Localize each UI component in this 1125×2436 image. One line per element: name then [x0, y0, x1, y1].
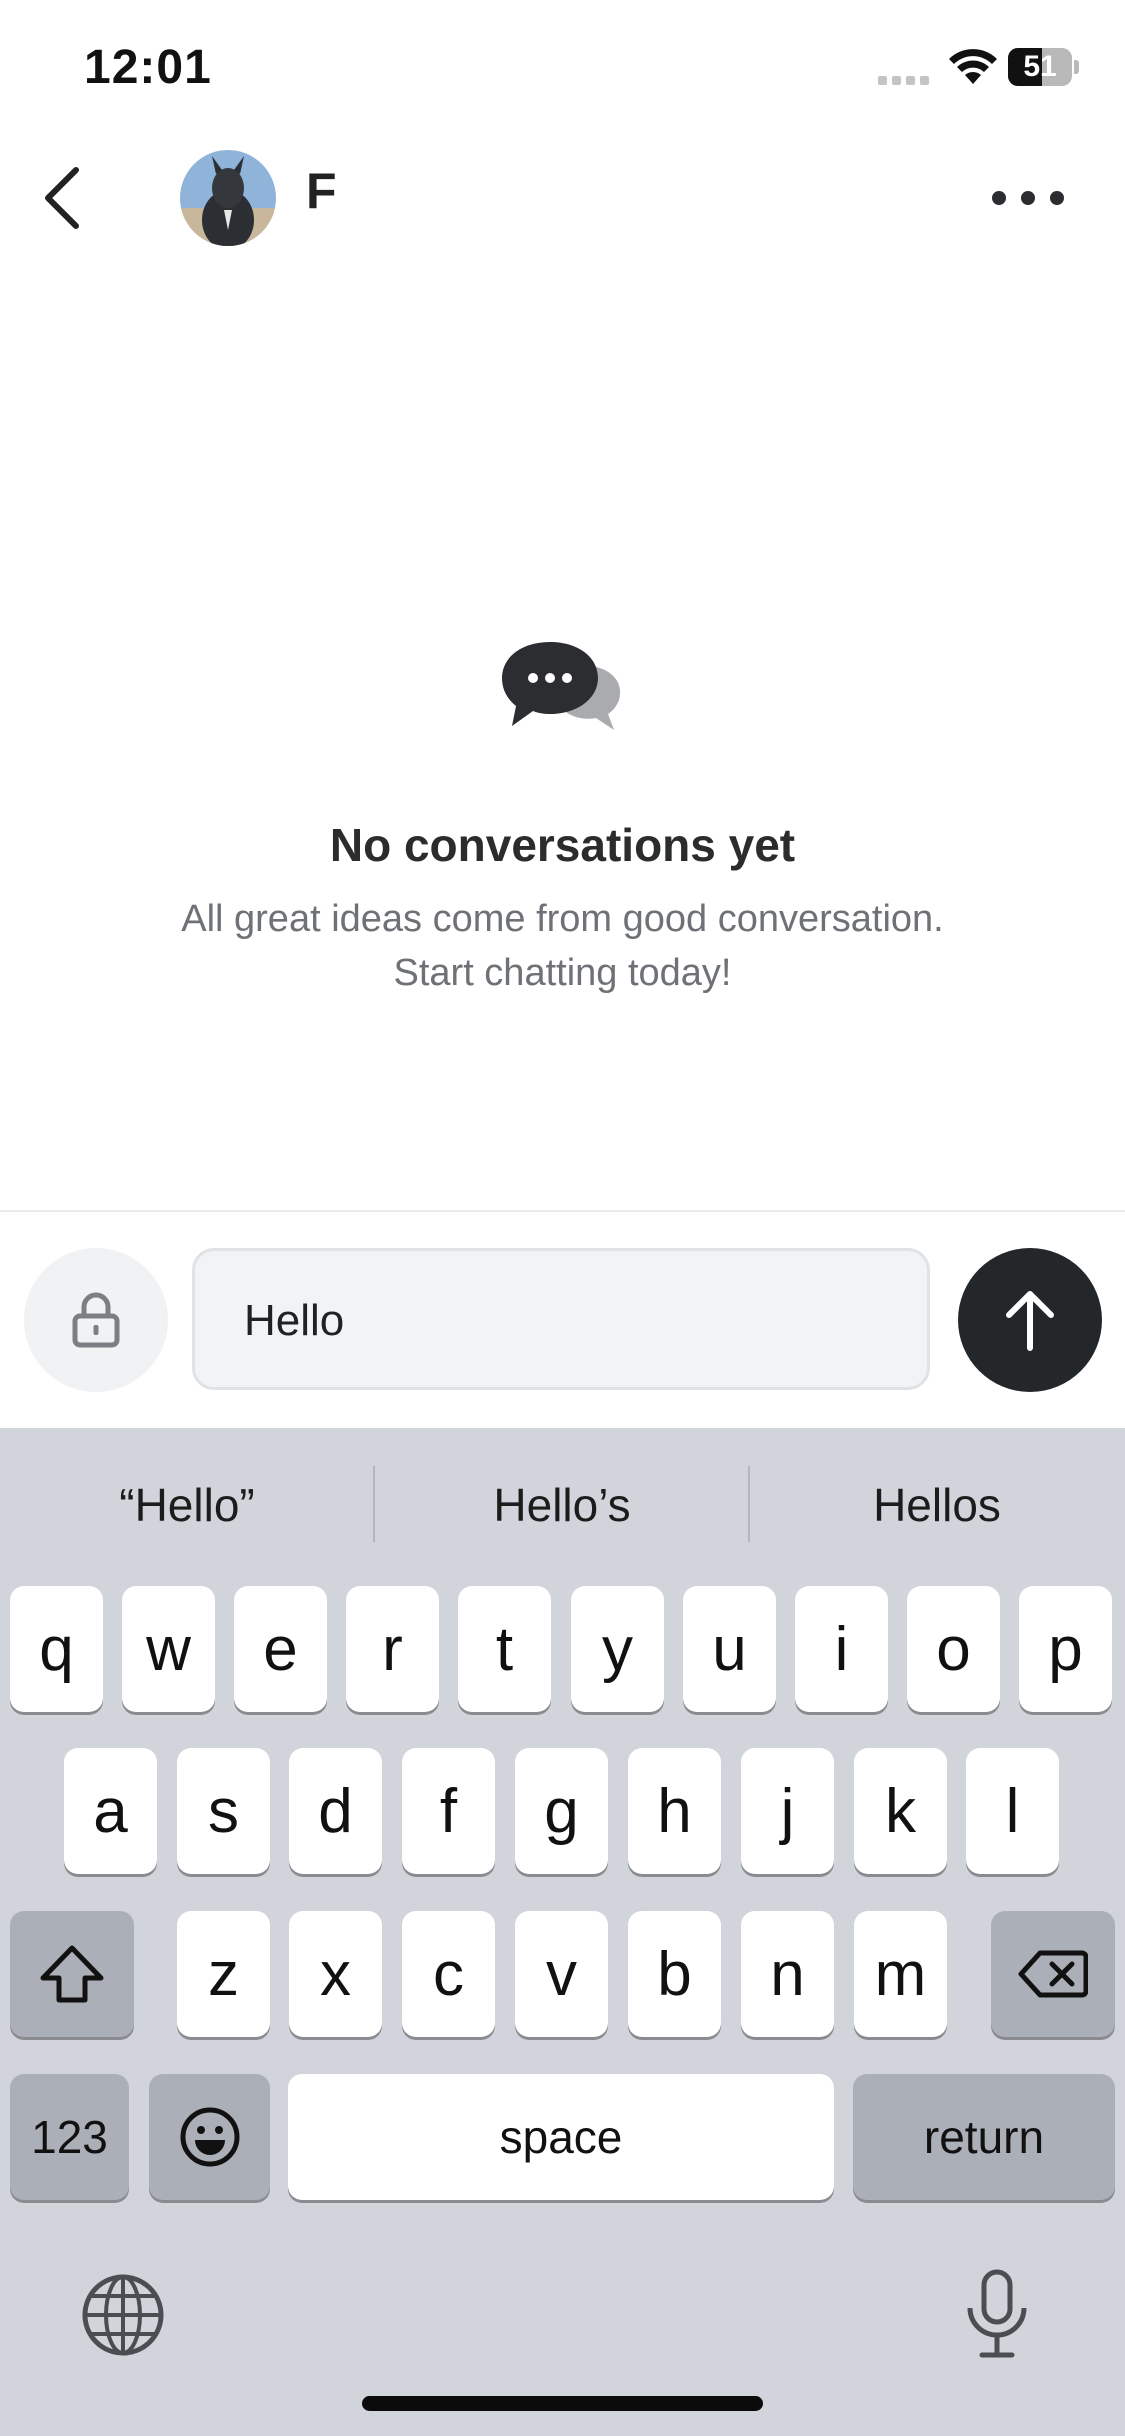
key-a[interactable]: a	[64, 1748, 157, 1874]
more-options-button[interactable]	[992, 176, 1064, 220]
microphone-icon	[967, 2269, 1027, 2358]
space-key[interactable]: space	[288, 2074, 834, 2200]
key-w[interactable]: w	[122, 1586, 215, 1712]
emoji-icon	[180, 2107, 239, 2167]
return-key[interactable]: return	[853, 2074, 1115, 2200]
arrow-up-icon	[1006, 1291, 1054, 1351]
contact-avatar[interactable]	[180, 150, 276, 246]
status-time: 12:01	[84, 41, 212, 94]
globe-icon	[82, 2274, 164, 2356]
empty-state-subtitle: Start chatting today!	[393, 952, 732, 994]
contact-name[interactable]: F	[306, 162, 337, 220]
emoji-key[interactable]	[149, 2074, 270, 2200]
key-b[interactable]: b	[628, 1911, 721, 2037]
empty-state-title: No conversations yet	[329, 819, 796, 871]
suggestion-item[interactable]: Hellos	[750, 1478, 1124, 1532]
numbers-key[interactable]: 123	[10, 2074, 129, 2200]
message-input-text[interactable]: Hello	[244, 1296, 344, 1346]
cellular-signal-icon	[878, 76, 929, 85]
lock-icon	[72, 1292, 120, 1348]
shift-key[interactable]	[10, 1911, 134, 2037]
key-l[interactable]: l	[966, 1748, 1059, 1874]
send-button[interactable]	[958, 1248, 1102, 1392]
key-q[interactable]: q	[10, 1586, 103, 1712]
globe-key[interactable]	[80, 2272, 166, 2363]
key-p[interactable]: p	[1019, 1586, 1112, 1712]
dog-avatar-image	[180, 150, 276, 246]
key-v[interactable]: v	[515, 1911, 608, 2037]
battery-level: 51	[1023, 50, 1057, 83]
key-f[interactable]: f	[402, 1748, 495, 1874]
more-horizontal-icon	[992, 191, 1006, 205]
suggestion-item[interactable]: Hello’s	[375, 1478, 749, 1532]
delete-key[interactable]	[991, 1911, 1115, 2037]
key-h[interactable]: h	[628, 1748, 721, 1874]
key-t[interactable]: t	[458, 1586, 551, 1712]
wifi-icon	[949, 49, 997, 84]
empty-state-subtitle: All great ideas come from good conversat…	[181, 898, 944, 940]
suggestion-item[interactable]: “Hello”	[0, 1478, 374, 1532]
key-o[interactable]: o	[907, 1586, 1000, 1712]
chat-bubbles-icon	[502, 642, 621, 730]
key-c[interactable]: c	[402, 1911, 495, 2037]
key-d[interactable]: d	[289, 1748, 382, 1874]
home-indicator	[362, 2396, 763, 2411]
key-i[interactable]: i	[795, 1586, 888, 1712]
key-g[interactable]: g	[515, 1748, 608, 1874]
key-e[interactable]: e	[234, 1586, 327, 1712]
key-k[interactable]: k	[854, 1748, 947, 1874]
key-z[interactable]: z	[177, 1911, 270, 2037]
backspace-icon	[1018, 1950, 1088, 1998]
shift-icon	[40, 1945, 104, 2003]
key-r[interactable]: r	[346, 1586, 439, 1712]
encryption-lock-button[interactable]	[24, 1248, 168, 1392]
chevron-left-icon	[45, 167, 79, 229]
back-button[interactable]	[34, 160, 90, 236]
key-j[interactable]: j	[741, 1748, 834, 1874]
dictation-key[interactable]	[962, 2268, 1032, 2365]
key-u[interactable]: u	[683, 1586, 776, 1712]
composer-divider	[0, 1210, 1125, 1212]
key-y[interactable]: y	[571, 1586, 664, 1712]
battery-indicator: 51	[1008, 48, 1080, 86]
key-x[interactable]: x	[289, 1911, 382, 2037]
key-n[interactable]: n	[741, 1911, 834, 2037]
key-m[interactable]: m	[854, 1911, 947, 2037]
key-s[interactable]: s	[177, 1748, 270, 1874]
